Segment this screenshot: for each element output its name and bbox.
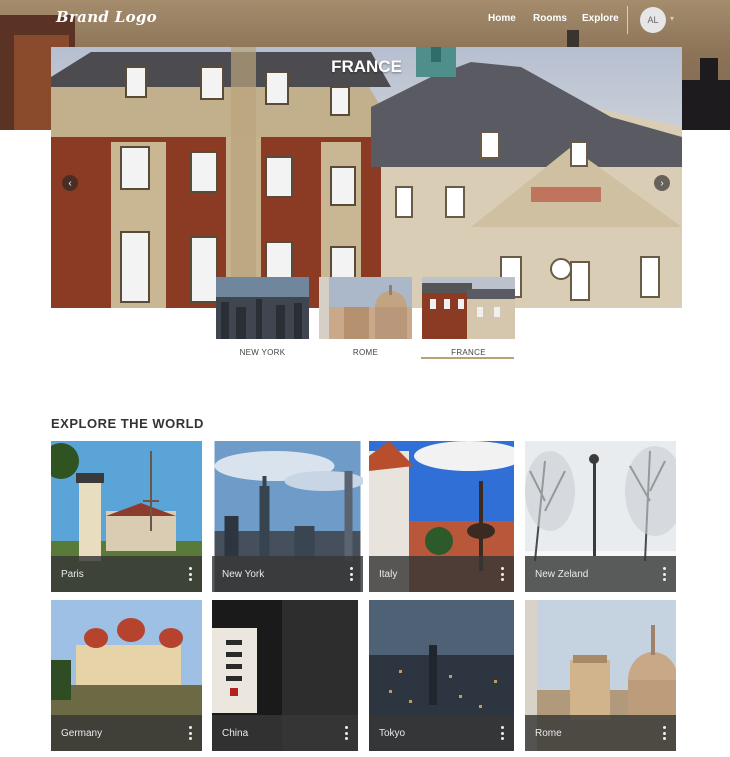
thumbnail-rome[interactable] bbox=[319, 277, 412, 339]
destination-card-rome[interactable]: Rome bbox=[525, 600, 676, 751]
destination-card-new-york[interactable]: New York bbox=[212, 441, 363, 592]
card-title: Rome bbox=[535, 728, 562, 739]
active-thumbnail-indicator bbox=[421, 357, 514, 359]
card-title: Germany bbox=[61, 728, 103, 739]
destination-card-tokyo[interactable]: Tokyo bbox=[369, 600, 514, 751]
destination-card-paris[interactable]: Paris bbox=[51, 441, 202, 592]
user-avatar[interactable]: AL bbox=[640, 7, 666, 33]
card-title: New York bbox=[222, 569, 265, 580]
top-navbar: Brand Logo Home Rooms Explore AL ▾ bbox=[0, 0, 730, 40]
nav-divider bbox=[627, 6, 628, 34]
thumbnail-label[interactable]: FRANCE bbox=[422, 348, 515, 357]
destination-card-italy[interactable]: Italy bbox=[369, 441, 514, 592]
slide-title: FRANCE bbox=[331, 57, 402, 76]
chevron-left-icon[interactable]: ‹ bbox=[62, 175, 78, 191]
card-title: China bbox=[222, 728, 249, 739]
more-vertical-icon[interactable] bbox=[344, 726, 348, 740]
destination-card-china[interactable]: China bbox=[212, 600, 358, 751]
thumbnail-france[interactable] bbox=[422, 277, 515, 339]
chevron-right-icon[interactable]: › bbox=[654, 175, 670, 191]
nav-home[interactable]: Home bbox=[488, 13, 516, 24]
more-vertical-icon[interactable] bbox=[500, 567, 504, 581]
more-vertical-icon[interactable] bbox=[349, 567, 353, 581]
nav-explore[interactable]: Explore bbox=[582, 13, 619, 24]
thumbnail-label[interactable]: ROME bbox=[319, 348, 412, 357]
more-vertical-icon[interactable] bbox=[662, 726, 666, 740]
card-title: Paris bbox=[61, 569, 84, 580]
france-palace-image bbox=[51, 47, 682, 308]
more-vertical-icon[interactable] bbox=[188, 726, 192, 740]
destination-card-new-zeland[interactable]: New Zeland bbox=[525, 441, 676, 592]
chevron-down-icon[interactable]: ▾ bbox=[670, 14, 674, 23]
thumbnail-label[interactable]: NEW YORK bbox=[216, 348, 309, 357]
card-title: Tokyo bbox=[379, 728, 406, 739]
nav-rooms[interactable]: Rooms bbox=[533, 13, 567, 24]
brand-logo[interactable]: Brand Logo bbox=[56, 8, 157, 26]
more-vertical-icon[interactable] bbox=[188, 567, 192, 581]
section-title: EXPLORE THE WORLD bbox=[51, 416, 204, 431]
card-title: Italy bbox=[379, 569, 398, 580]
more-vertical-icon[interactable] bbox=[500, 726, 504, 740]
carousel-slide: FRANCE ‹ › bbox=[51, 47, 682, 308]
destination-card-germany[interactable]: Germany bbox=[51, 600, 202, 751]
thumbnail-new-york[interactable] bbox=[216, 277, 309, 339]
card-title: New Zeland bbox=[535, 569, 589, 580]
more-vertical-icon[interactable] bbox=[662, 567, 666, 581]
